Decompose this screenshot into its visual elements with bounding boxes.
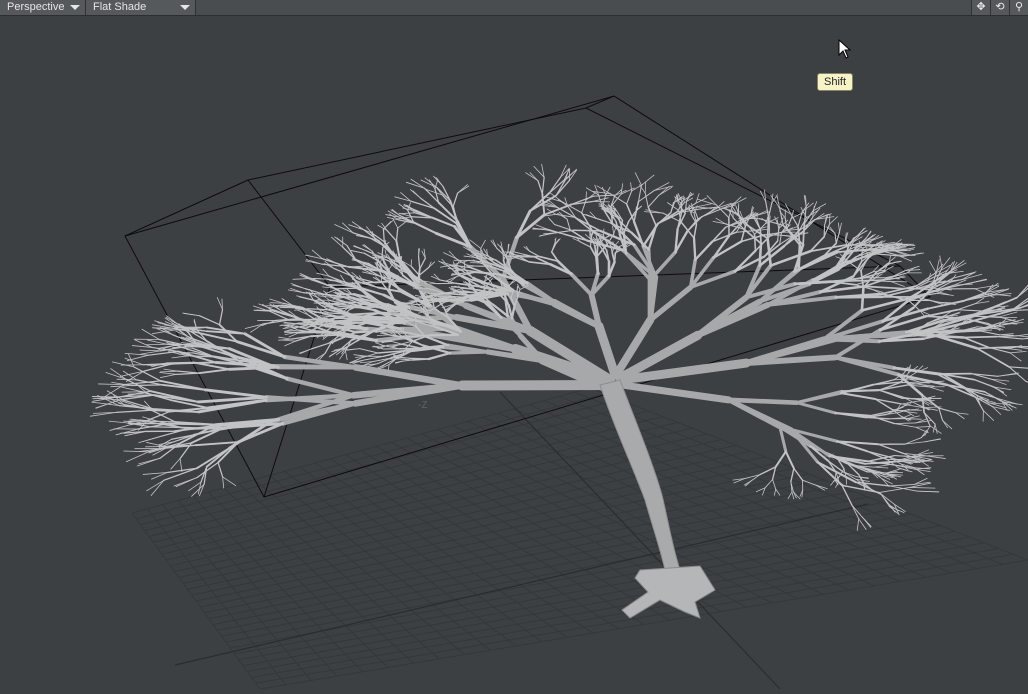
viewport-nav-controls: ✥ ⟲ ⚲ <box>971 0 1028 15</box>
chevron-down-icon <box>180 5 190 10</box>
tree-trunk <box>600 380 715 618</box>
shading-mode-label: Flat Shade <box>93 1 146 13</box>
modifier-tooltip: Shift <box>817 73 853 91</box>
shading-mode-dropdown[interactable]: Flat Shade <box>86 0 196 15</box>
chevron-down-icon <box>70 5 80 10</box>
zoom-icon[interactable]: ⚲ <box>1009 0 1028 15</box>
axis-z-label: -Z <box>418 400 427 411</box>
3d-viewport[interactable]: +X -Z Shift <box>0 16 1028 689</box>
viewport-toolbar: Perspective Flat Shade ✥ ⟲ ⚲ <box>0 0 1028 16</box>
move-icon[interactable]: ✥ <box>971 0 990 15</box>
view-mode-dropdown[interactable]: Perspective <box>0 0 86 15</box>
view-mode-label: Perspective <box>7 1 64 13</box>
viewport-canvas[interactable]: +X -Z <box>0 16 1028 689</box>
rotate-icon[interactable]: ⟲ <box>990 0 1009 15</box>
tree-mesh <box>90 164 1028 530</box>
cursor-icon <box>838 39 852 59</box>
